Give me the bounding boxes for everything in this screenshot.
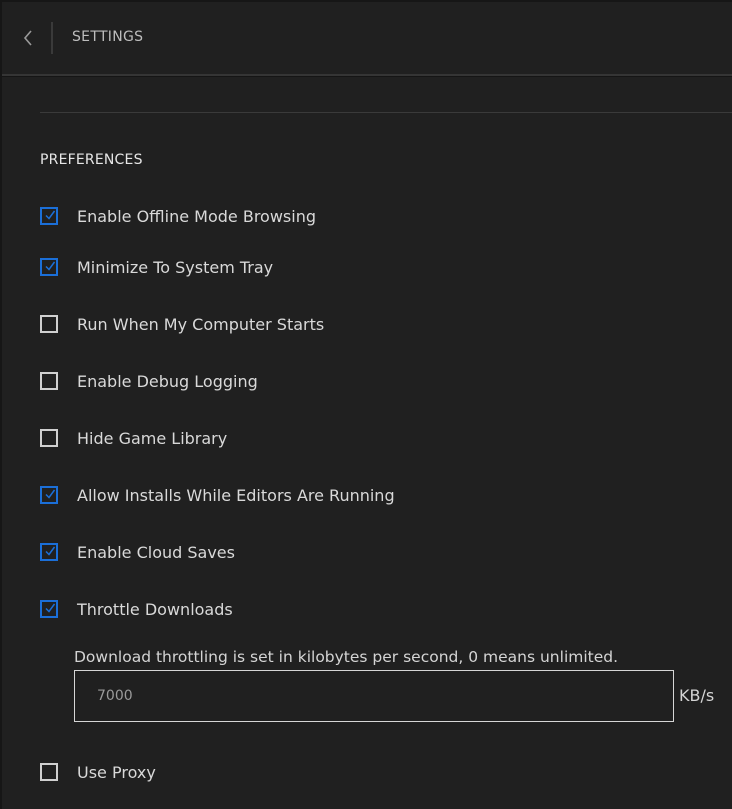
checkbox[interactable] (40, 600, 58, 618)
throttle-unit-label: KB/s (679, 686, 715, 705)
option-label: Enable Cloud Saves (77, 542, 235, 562)
settings-window: SETTINGS PREFERENCES Enable Offline Mode… (0, 0, 732, 809)
page-title: SETTINGS (72, 29, 144, 45)
option-minimize-to-system-tray[interactable]: Minimize To System Tray (40, 255, 273, 279)
option-throttle-downloads[interactable]: Throttle Downloads (40, 597, 233, 621)
checkmark-icon (45, 261, 55, 271)
option-label: Minimize To System Tray (77, 257, 274, 277)
checkbox[interactable] (40, 486, 58, 504)
header-divider (51, 22, 53, 54)
checkbox[interactable] (40, 543, 58, 561)
checkbox[interactable] (40, 763, 58, 781)
checkmark-icon (45, 210, 55, 220)
option-hide-game-library[interactable]: Hide Game Library (40, 426, 227, 450)
header-bar: SETTINGS (2, 2, 732, 76)
chevron-left-icon (23, 30, 32, 46)
option-label: Hide Game Library (77, 428, 228, 448)
checkbox[interactable] (40, 315, 58, 333)
option-label: Use Proxy (77, 762, 156, 782)
section-divider (40, 112, 732, 113)
checkbox[interactable] (40, 258, 58, 276)
checkmark-icon (45, 546, 55, 556)
option-enable-debug-logging[interactable]: Enable Debug Logging (40, 369, 258, 393)
option-label: Enable Offline Mode Browsing (77, 206, 316, 226)
option-run-when-computer-starts[interactable]: Run When My Computer Starts (40, 312, 324, 336)
option-allow-installs-while-editors-running[interactable]: Allow Installs While Editors Are Running (40, 483, 395, 507)
option-label: Allow Installs While Editors Are Running (77, 485, 395, 505)
option-enable-offline-mode-browsing[interactable]: Enable Offline Mode Browsing (40, 204, 316, 228)
option-label: Run When My Computer Starts (77, 314, 325, 334)
back-button[interactable] (14, 24, 42, 52)
throttle-description: Download throttling is set in kilobytes … (74, 648, 619, 666)
checkmark-icon (45, 603, 55, 613)
option-use-proxy[interactable]: Use Proxy (40, 760, 156, 784)
option-label: Enable Debug Logging (77, 371, 258, 391)
section-title-preferences: PREFERENCES (40, 152, 143, 168)
throttle-rate-input[interactable] (74, 670, 674, 722)
checkbox[interactable] (40, 207, 58, 225)
option-enable-cloud-saves[interactable]: Enable Cloud Saves (40, 540, 235, 564)
option-label: Throttle Downloads (77, 599, 233, 619)
checkbox[interactable] (40, 429, 58, 447)
checkbox[interactable] (40, 372, 58, 390)
checkmark-icon (45, 489, 55, 499)
